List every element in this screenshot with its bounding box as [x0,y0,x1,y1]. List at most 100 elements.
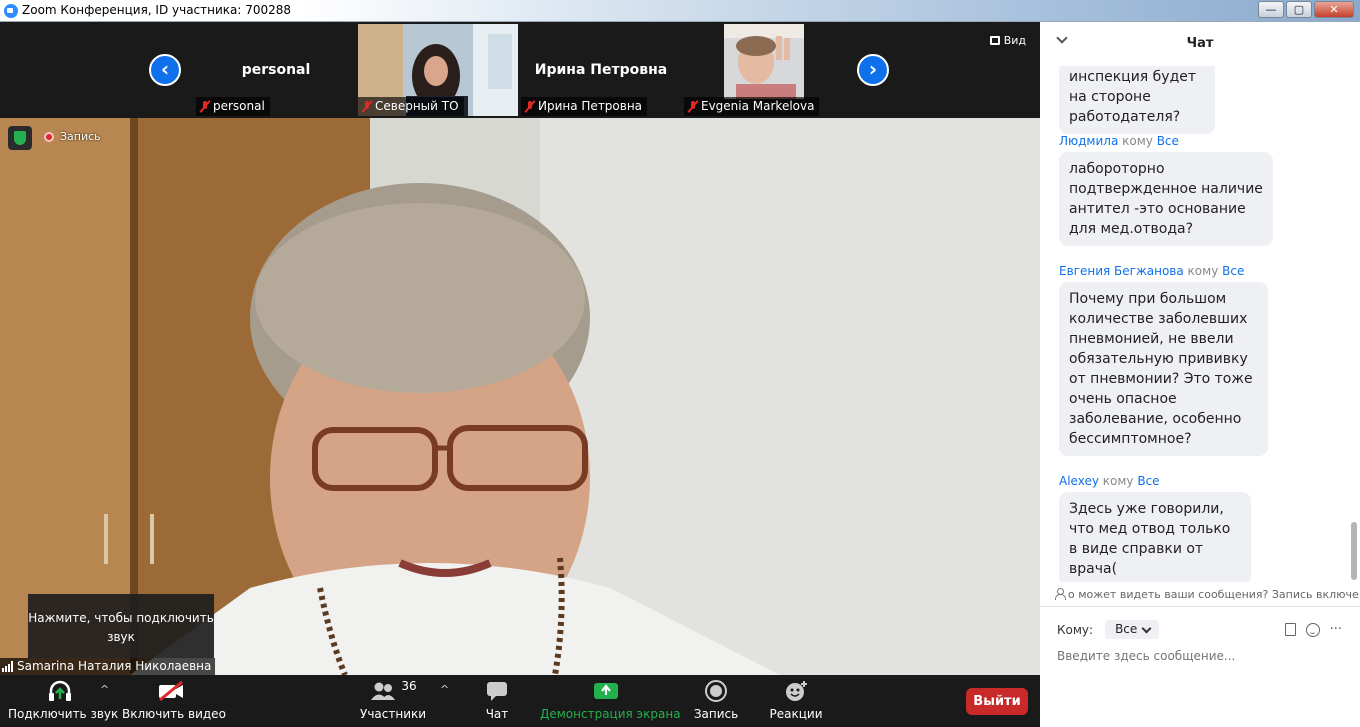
mic-muted-icon [362,100,372,113]
record-button[interactable]: Запись [690,675,742,727]
reactions-smiley-icon [768,675,824,707]
recipient-name: Все [1137,474,1160,488]
chat-message-input[interactable] [1057,649,1347,663]
participant-thumbnail-irina[interactable]: Ирина Петровна Ирина Петровна [521,24,681,116]
participant-strip: ‹ personal personal Северный ТО Ирина Пе… [0,22,1040,118]
divider [1040,606,1360,607]
recording-indicator: Запись [44,130,101,143]
chat-title: Чат [1186,36,1214,51]
participants-button[interactable]: 36 Участники [360,675,426,727]
message-bubble: лабороторно подтвержденное наличие антит… [1059,152,1273,246]
signal-strength-icon [2,661,13,672]
chat-visibility-notice[interactable]: о может видеть ваши сообщения? Запись вк… [1040,584,1360,604]
message-sender: Людмила кому Все [1059,134,1273,148]
emoji-icon[interactable] [1305,622,1320,637]
view-label: Вид [1003,34,1026,47]
chat-message: Alexey кому Все Здесь уже говорили, что … [1059,474,1251,582]
chat-button[interactable]: Чат [478,675,516,727]
window-controls: — ▢ ✕ [1258,1,1354,18]
share-screen-button[interactable]: Демонстрация экрана [540,675,681,727]
chat-message: Евгения Бегжанова кому Все Почему при бо… [1059,264,1268,456]
mic-muted-icon [200,100,210,113]
mic-muted-icon [688,100,698,113]
reactions-button[interactable]: Реакции [768,675,824,727]
participants-icon: 36 [360,675,426,707]
thumbnail-name: Ирина Петровна [538,99,643,113]
chat-scrollbar[interactable] [1351,66,1357,580]
window-titlebar: Zoom Конференция, ID участника: 700288 —… [0,0,1360,22]
recipient-name: Все [1222,264,1245,278]
share-screen-icon [540,675,672,707]
recipient-row: Кому: Все [1057,620,1160,639]
chat-header: Чат [1040,22,1360,66]
recipient-dropdown[interactable]: Все [1105,620,1160,639]
speaker-name: Samarina Наталия Николаевна [17,659,212,673]
notice-text: о может видеть ваши сообщения? Запись вк… [1068,587,1359,601]
leave-meeting-button[interactable]: Выйти [966,688,1028,715]
to-word: кому [1187,264,1219,278]
chat-label: Чат [485,707,509,721]
thumbnail-name-tag: Ирина Петровна [521,97,648,116]
record-label: Запись [693,707,739,721]
reactions-label: Реакции [769,707,823,721]
close-button[interactable]: ✕ [1314,1,1354,18]
recording-dot-icon [44,131,54,142]
message-bubble: Почему при большом количестве заболевших… [1059,282,1268,456]
person-info-icon [1054,588,1066,600]
to-word: кому [1102,474,1134,488]
file-icon[interactable] [1284,623,1296,636]
minimize-button[interactable]: — [1258,1,1284,18]
thumbnail-name: Evgenia Markelova [701,99,815,113]
thumbnail-name: Северный ТО [375,99,459,113]
to-word: кому [1122,134,1153,148]
thumbnail-name-tag: personal [196,97,270,116]
sender-name: Евгения Бегжанова [1059,264,1184,278]
participant-thumbnail-severny[interactable]: Северный ТО [358,24,518,116]
speaker-video-feed [0,118,1040,675]
thumbnail-name-tag: Северный ТО [358,97,464,116]
chat-scrollbar-thumb[interactable] [1351,522,1357,580]
active-speaker-video: Запись Нажмите, чтобы подключить звук Sa… [0,118,1040,675]
recipient-name: Все [1156,134,1179,148]
thumbnail-big-name: personal [241,62,311,78]
chat-message: Людмила кому Все лабороторно подтвержден… [1059,134,1273,246]
meeting-toolbar: Подключить звук ^ Включить видео 36 Учас… [0,675,1040,727]
start-video-button[interactable]: Включить видео [122,675,226,727]
to-label: Кому: [1057,622,1094,637]
participants-caret-icon[interactable]: ^ [440,683,449,696]
speaker-name-tag: Samarina Наталия Николаевна [0,658,216,675]
audio-options-caret-icon[interactable]: ^ [100,683,109,696]
thumbnail-name: personal [213,99,265,113]
grid-view-icon [989,36,1000,45]
prev-page-arrow-icon[interactable]: ‹ [149,54,181,86]
connect-audio-tooltip[interactable]: Нажмите, чтобы подключить звук [28,594,214,658]
security-shield-icon[interactable] [8,126,32,150]
chat-message-list[interactable]: инспекция будет на стороне работодателя?… [1040,66,1360,582]
start-video-label: Включить видео [122,707,226,721]
message-bubble: Здесь уже говорили, что мед отвод только… [1059,492,1251,582]
chat-tools: ··· [1284,622,1342,637]
message-sender: Евгения Бегжанова кому Все [1059,264,1268,278]
sender-name: Alexey [1059,474,1099,488]
chat-panel: Чат инспекция будет на стороне работодат… [1040,22,1360,727]
maximize-button[interactable]: ▢ [1286,1,1312,18]
recording-label: Запись [60,130,101,143]
participant-thumbnail-personal[interactable]: personal personal [196,24,356,116]
connect-audio-label: Подключить звук [8,707,119,721]
next-page-arrow-icon[interactable]: › [857,54,889,86]
participant-thumbnail-evgenia[interactable]: Evgenia Markelova [684,24,844,116]
chat-message: инспекция будет на стороне работодателя? [1059,66,1215,134]
record-icon [690,675,742,707]
message-bubble: инспекция будет на стороне работодателя? [1059,66,1215,134]
more-options-icon[interactable]: ··· [1330,622,1342,637]
view-button[interactable]: Вид [989,34,1026,47]
chat-bubble-icon [478,675,516,707]
message-sender: Alexey кому Все [1059,474,1251,488]
zoom-app-icon [4,4,18,18]
connect-audio-button[interactable]: Подключить звук [8,675,119,727]
thumbnail-name-tag: Evgenia Markelova [684,97,820,116]
mic-muted-icon [525,100,535,113]
sender-name: Людмила [1059,134,1119,148]
video-off-icon [122,675,220,707]
window-title: Zoom Конференция, ID участника: 700288 [22,3,292,17]
